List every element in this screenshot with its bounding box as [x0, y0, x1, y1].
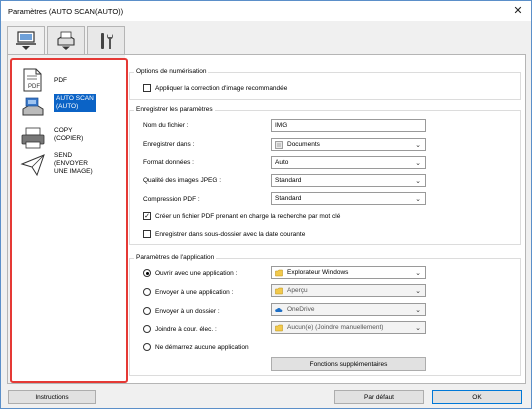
chevron-down-icon: ⌄ [415, 196, 421, 203]
file-name-label: Nom du fichier : [143, 122, 189, 129]
send-to-folder-select[interactable]: OneDrive ⌄ [271, 303, 426, 316]
chevron-down-icon: ⌄ [415, 270, 421, 277]
file-name-value: IMG [275, 122, 288, 129]
data-format-select[interactable]: Auto ⌄ [271, 156, 426, 169]
copy-printer-icon [21, 127, 45, 149]
close-icon[interactable]: ✕ [511, 4, 525, 18]
sidebar-item-copy[interactable]: COPY (COPIER) [14, 125, 126, 151]
chevron-down-icon: ⌄ [415, 160, 421, 167]
no-app-label: Ne démarrez aucune application [155, 343, 249, 351]
sidebar-item-label: PDF [54, 77, 67, 84]
sidebar-item-pdf[interactable]: PDF PDF [14, 67, 126, 93]
pdf-compression-value: Standard [275, 195, 302, 202]
more-functions-button[interactable]: Fonctions supplémentaires [271, 357, 426, 371]
tab-scan-from-computer[interactable] [7, 26, 45, 55]
pdf-compression-row: Compression PDF : [143, 196, 200, 203]
open-with-app-radio[interactable] [143, 269, 151, 277]
send-paper-plane-icon [20, 154, 45, 177]
searchable-pdf-row[interactable]: ✓ Créer un fichier PDF prenant en charge… [143, 212, 340, 220]
open-with-app-label: Ouvrir avec une application : [155, 269, 238, 277]
window-title: Paramètres (AUTO SCAN(AUTO)) [8, 6, 124, 16]
file-name-row: Nom du fichier : [143, 122, 189, 129]
general-settings-tools-icon [101, 32, 113, 49]
instructions-button[interactable]: Instructions [8, 390, 96, 404]
chevron-down-icon: ⌄ [415, 142, 421, 149]
send-to-app-radio[interactable] [143, 288, 151, 296]
apply-correction-checkbox[interactable] [143, 84, 151, 92]
save-in-value: Documents [287, 141, 320, 148]
sidebar-item-label: COPY (COPIER) [54, 127, 84, 142]
attach-email-radio[interactable] [143, 325, 151, 333]
send-to-folder-label: Envoyer à un dossier : [155, 307, 220, 315]
send-to-folder-value: OneDrive [287, 306, 315, 313]
send-to-app-label: Envoyer à une application : [155, 288, 234, 296]
svg-text:PDF: PDF [28, 84, 40, 90]
no-app-row[interactable]: Ne démarrez aucune application [143, 343, 249, 351]
open-with-app-row[interactable]: Ouvrir avec une application : [143, 269, 237, 277]
subfolder-date-label: Enregistrer dans sous-dossier avec la da… [155, 230, 306, 238]
send-to-folder-row[interactable]: Envoyer à un dossier : [143, 307, 220, 315]
scan-from-panel-icon [57, 31, 75, 50]
sidebar-item-auto-scan[interactable]: AUTO SCAN (AUTO) [14, 94, 126, 120]
data-format-row: Format données : [143, 159, 194, 166]
ok-button[interactable]: OK [432, 390, 522, 404]
send-to-app-value: Aperçu [287, 287, 308, 294]
folder-icon [275, 287, 283, 294]
defaults-button[interactable]: Par défaut [334, 390, 424, 404]
settings-window: Paramètres (AUTO SCAN(AUTO)) ✕ PDF PDF A… [0, 0, 532, 409]
no-app-radio[interactable] [143, 343, 151, 351]
jpeg-quality-select[interactable]: Standard ⌄ [271, 174, 426, 187]
pdf-document-icon: PDF [23, 68, 42, 92]
send-to-app-select[interactable]: Aperçu ⌄ [271, 284, 426, 297]
onedrive-cloud-icon [275, 307, 283, 312]
scan-mode-sidebar: PDF PDF AUTO SCAN (AUTO) COPY (COPIER) S… [10, 58, 128, 383]
chevron-down-icon: ⌄ [415, 325, 421, 332]
sidebar-item-label: AUTO SCAN (AUTO) [54, 94, 96, 112]
jpeg-quality-row: Qualité des images JPEG : [143, 177, 221, 184]
attach-email-select[interactable]: Aucun(e) (Joindre manuellement) ⌄ [271, 321, 426, 334]
data-format-value: Auto [275, 159, 289, 166]
attach-email-value: Aucun(e) (Joindre manuellement) [287, 324, 384, 331]
save-in-row: Enregistrer dans : [143, 141, 194, 148]
file-name-input[interactable]: IMG [271, 119, 426, 132]
subfolder-date-checkbox[interactable] [143, 230, 151, 238]
documents-folder-icon [275, 140, 283, 149]
chevron-down-icon: ⌄ [415, 288, 421, 295]
folder-icon [275, 269, 283, 276]
save-in-select[interactable]: Documents ⌄ [271, 138, 426, 151]
chevron-down-icon: ⌄ [415, 178, 421, 185]
chevron-down-icon: ⌄ [415, 307, 421, 314]
scan-options-group-label: Options de numérisation [134, 68, 209, 75]
save-settings-group-label: Enregistrer les paramètres [134, 106, 215, 113]
attach-email-label: Joindre à cour. élec. : [155, 325, 217, 333]
send-to-app-row[interactable]: Envoyer à une application : [143, 288, 233, 296]
save-in-label: Enregistrer dans : [143, 141, 195, 148]
data-format-label: Format données : [143, 159, 194, 166]
tab-scan-from-panel[interactable] [47, 26, 85, 54]
sidebar-item-label: SEND (ENVOYER UNE IMAGE) [54, 152, 93, 175]
subfolder-date-row[interactable]: Enregistrer dans sous-dossier avec la da… [143, 230, 305, 238]
apply-correction-row[interactable]: Appliquer la correction d'image recomman… [143, 84, 287, 92]
app-settings-group-label: Paramètres de l'application [134, 254, 217, 261]
apply-correction-label: Appliquer la correction d'image recomman… [155, 84, 288, 92]
scan-from-computer-icon [16, 31, 36, 50]
tab-bar [7, 26, 127, 55]
folder-icon [275, 324, 283, 331]
pdf-compression-label: Compression PDF : [143, 196, 200, 203]
searchable-pdf-label: Créer un fichier PDF prenant en charge l… [155, 212, 341, 220]
pdf-compression-select[interactable]: Standard ⌄ [271, 192, 426, 205]
open-with-app-value: Explorateur Windows [287, 269, 349, 276]
title-bar: Paramètres (AUTO SCAN(AUTO)) ✕ [1, 1, 531, 21]
send-to-folder-radio[interactable] [143, 307, 151, 315]
jpeg-quality-value: Standard [275, 177, 302, 184]
attach-email-row[interactable]: Joindre à cour. élec. : [143, 325, 217, 333]
searchable-pdf-checkbox[interactable]: ✓ [143, 212, 151, 220]
jpeg-quality-label: Qualité des images JPEG : [143, 177, 222, 184]
sidebar-item-send[interactable]: SEND (ENVOYER UNE IMAGE) [14, 152, 126, 178]
auto-scan-scanner-icon [22, 97, 44, 116]
tab-general-settings[interactable] [87, 26, 125, 54]
open-with-app-select[interactable]: Explorateur Windows ⌄ [271, 266, 426, 279]
